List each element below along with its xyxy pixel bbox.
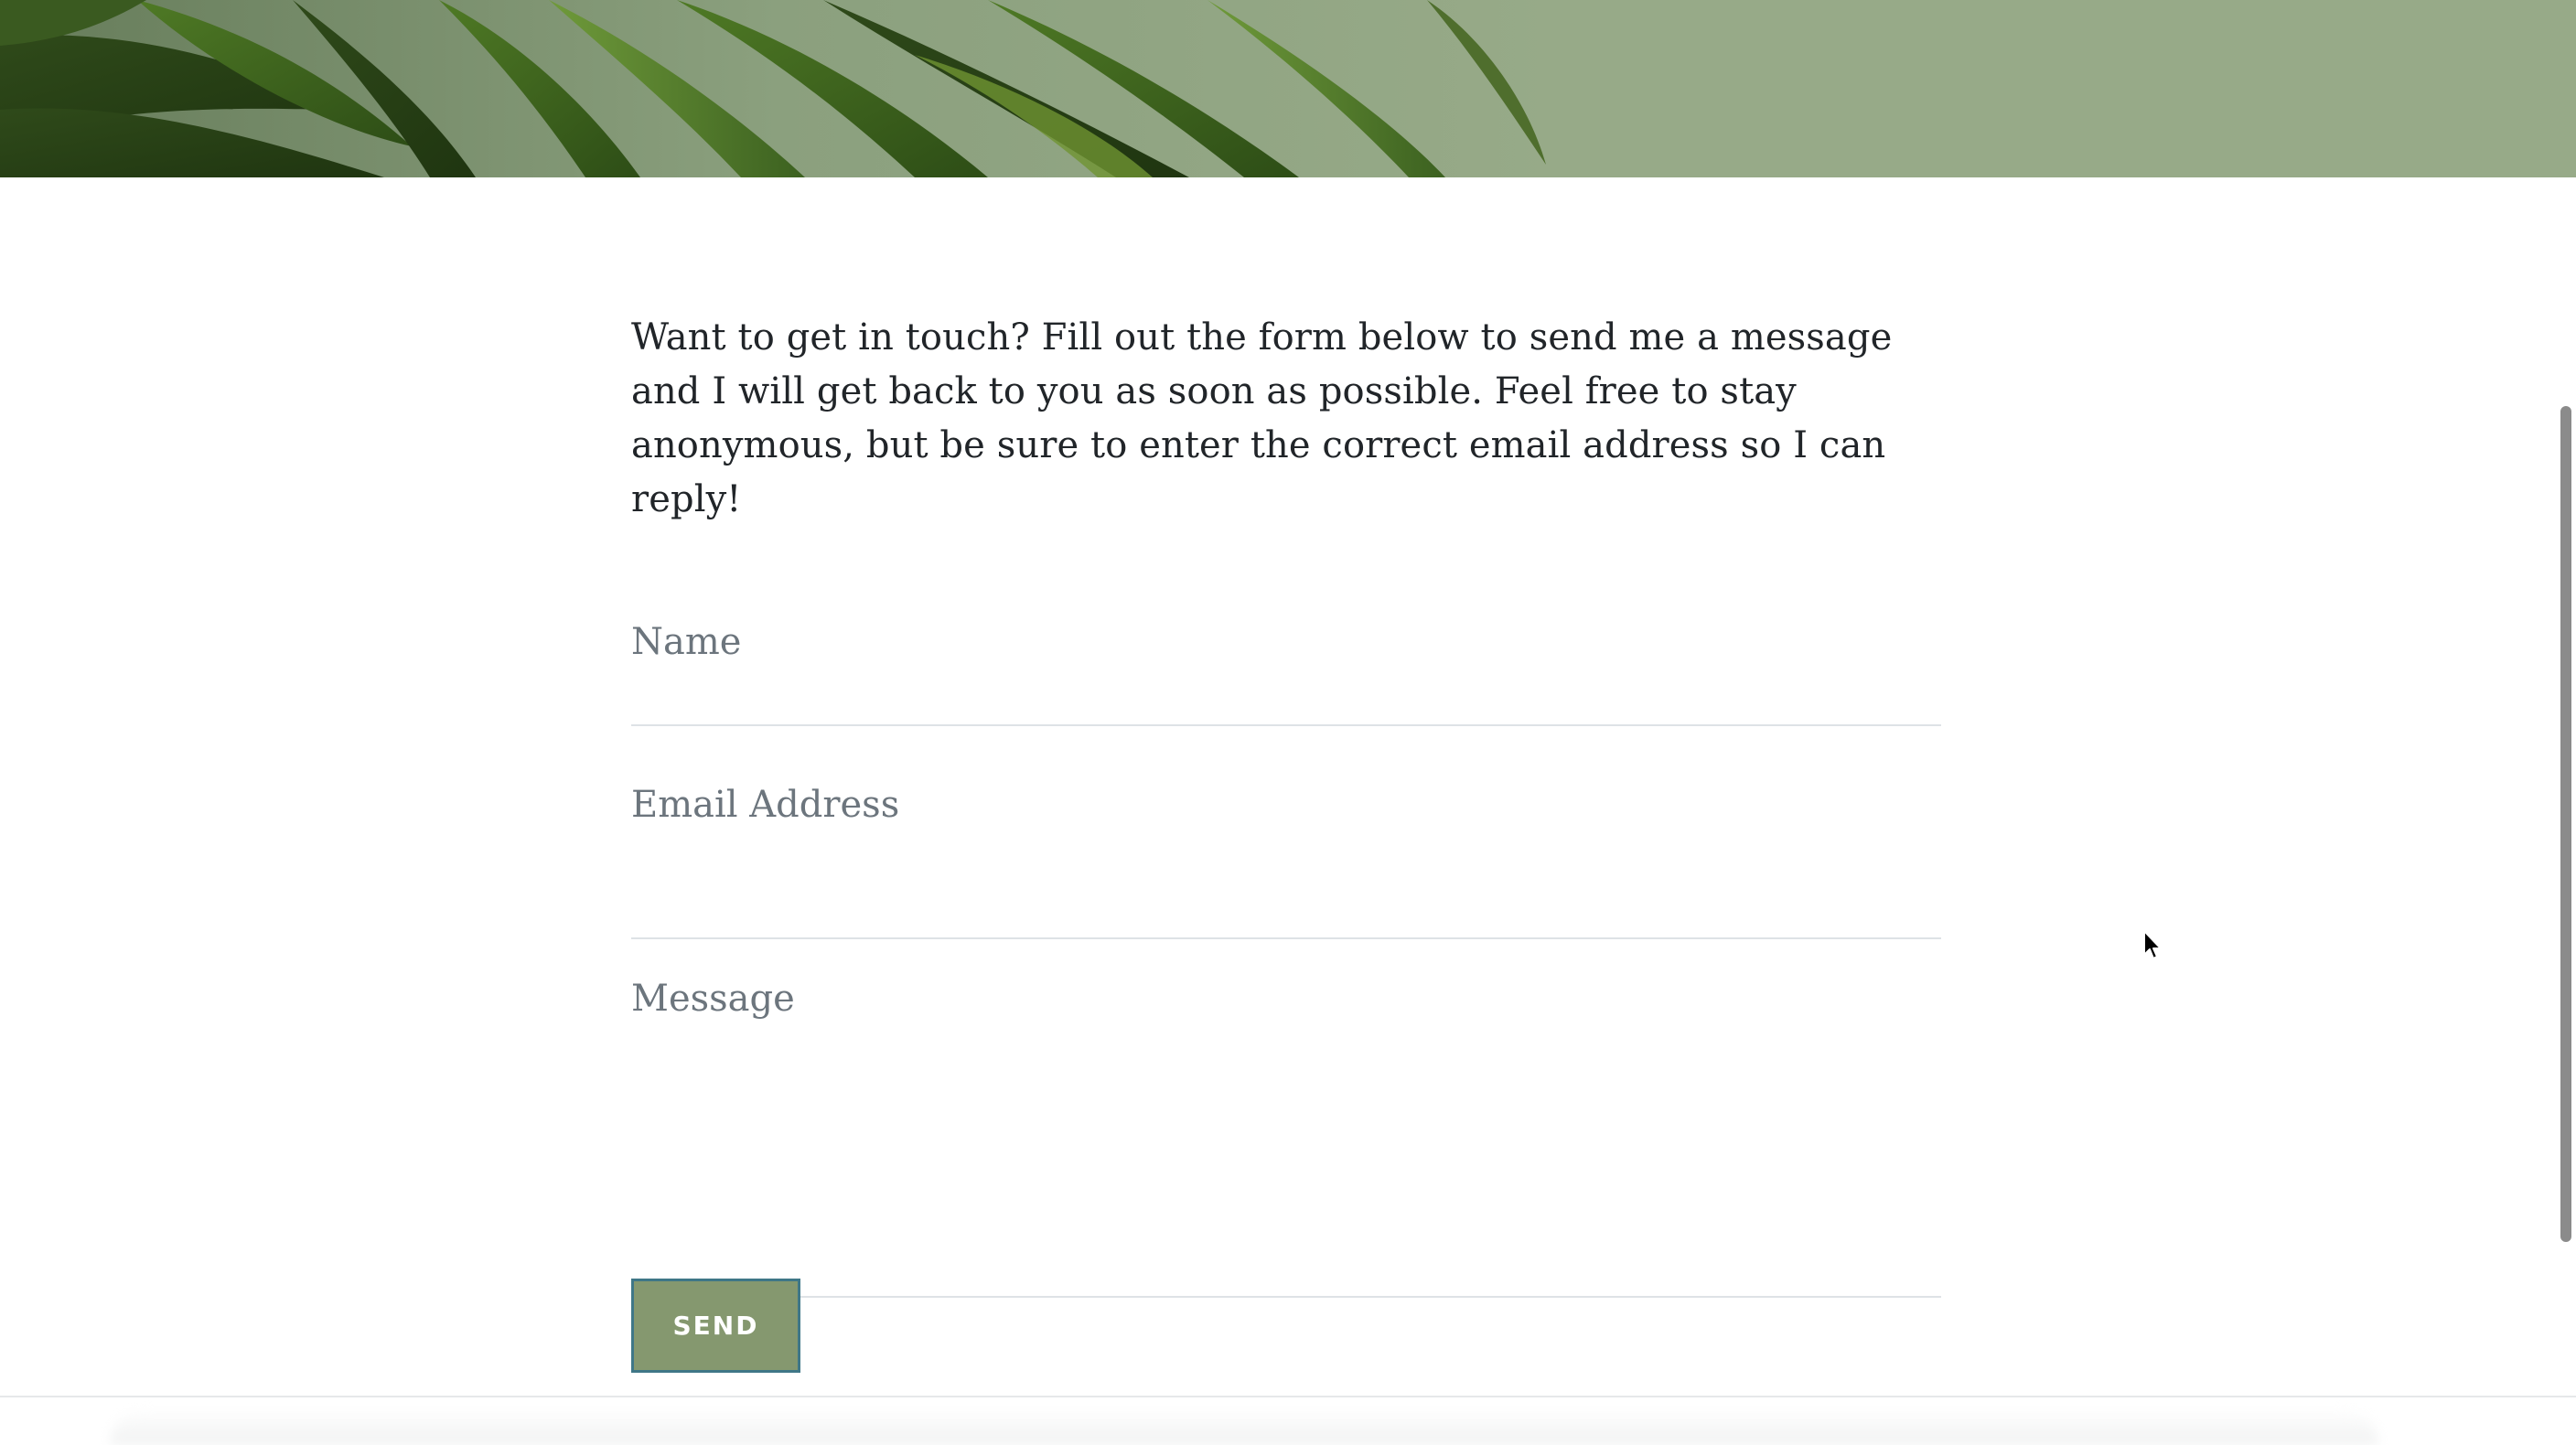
name-field-wrapper bbox=[631, 615, 1941, 726]
scrollbar-thumb[interactable] bbox=[2560, 406, 2571, 1242]
hero-banner bbox=[0, 0, 2576, 177]
email-input[interactable] bbox=[631, 777, 1941, 832]
name-input[interactable] bbox=[631, 615, 1941, 669]
mouse-pointer-icon bbox=[2142, 929, 2166, 966]
message-field-wrapper bbox=[631, 939, 1941, 1298]
contact-page: Want to get in touch? Fill out the form … bbox=[0, 0, 2576, 1445]
contact-content: Want to get in touch? Fill out the form … bbox=[631, 311, 1941, 1373]
intro-text: Want to get in touch? Fill out the form … bbox=[631, 316, 1893, 520]
plant-leaves-image bbox=[0, 0, 2576, 177]
footer-edge bbox=[110, 1408, 2378, 1445]
page-scrollbar[interactable] bbox=[2557, 0, 2576, 1445]
contact-form bbox=[631, 585, 1941, 1298]
send-button[interactable]: SEND bbox=[631, 1279, 800, 1373]
email-field-wrapper bbox=[631, 777, 1941, 939]
footer-divider bbox=[0, 1396, 2576, 1397]
message-textarea[interactable] bbox=[631, 939, 1941, 1214]
